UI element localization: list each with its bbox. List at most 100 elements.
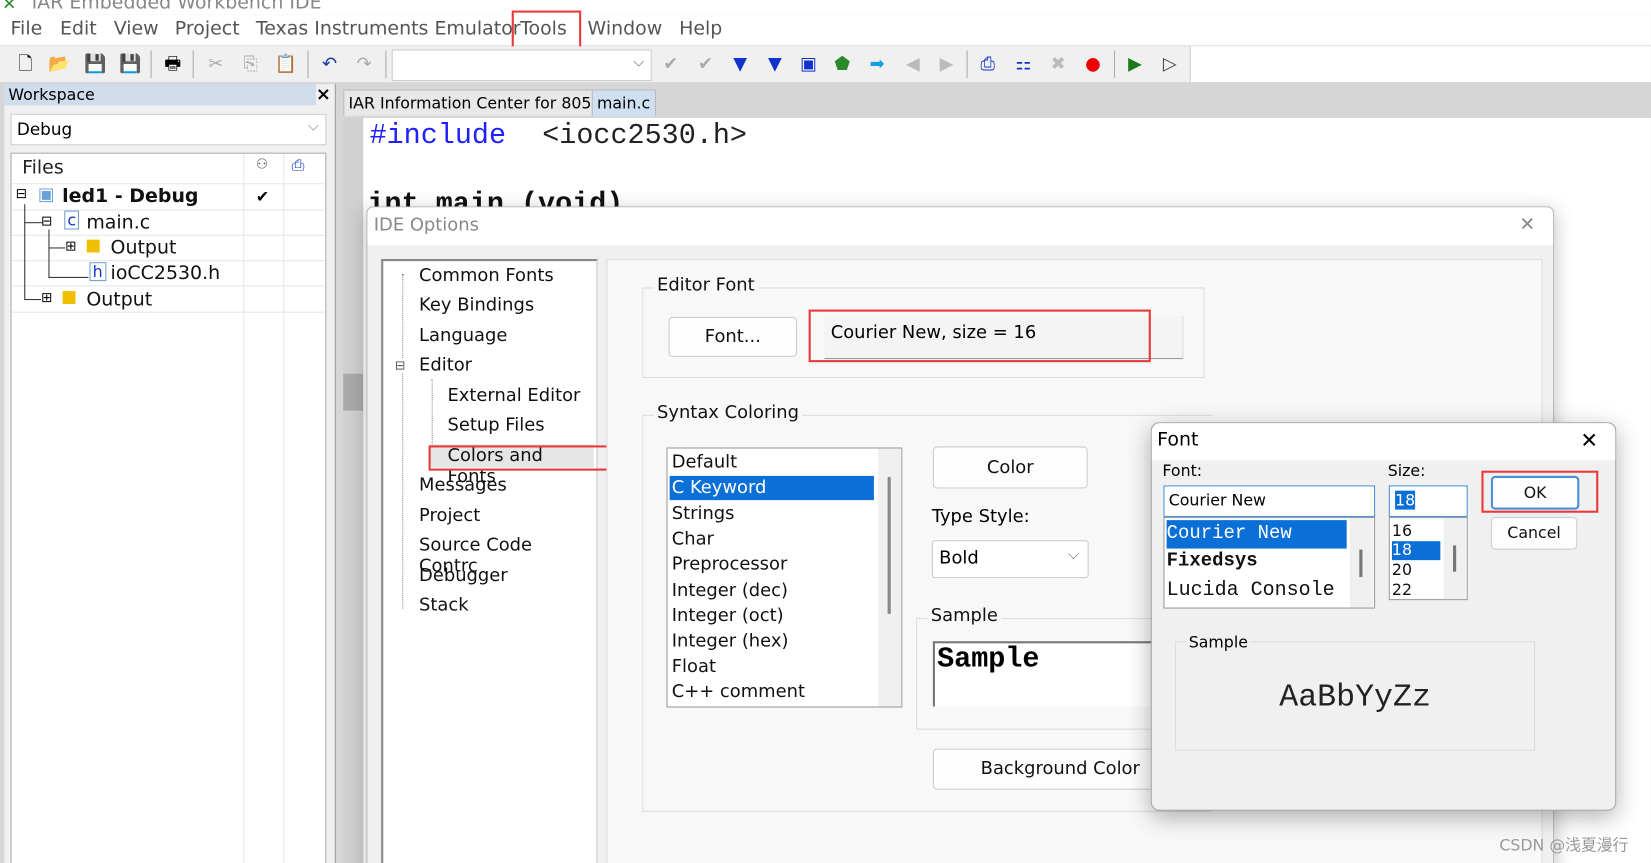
- toggle-bookmark-icon[interactable]: ✔: [660, 54, 681, 75]
- configuration-select[interactable]: Debug ⌵: [10, 113, 327, 146]
- scrollbar-thumb[interactable]: [1359, 549, 1363, 577]
- font-button[interactable]: Font...: [668, 316, 798, 357]
- open-icon[interactable]: 📂: [48, 54, 70, 75]
- menu-ti-emulator[interactable]: Texas Instruments Emulator: [256, 18, 521, 40]
- debug-without-download-icon[interactable]: ▷: [1159, 54, 1180, 75]
- cancel-button[interactable]: Cancel: [1490, 516, 1578, 550]
- size-item[interactable]: 22: [1392, 580, 1412, 599]
- folder-icon: ■: [61, 286, 77, 307]
- size-item[interactable]: 16: [1392, 521, 1412, 540]
- tree-setup-files[interactable]: Setup Files: [447, 415, 544, 436]
- make-icon[interactable]: ⚏: [1013, 54, 1034, 75]
- syntax-item[interactable]: Strings: [672, 503, 735, 524]
- goto-bookmark-icon[interactable]: ✔: [695, 54, 716, 75]
- dialog-title-bar: IDE Options ✕: [367, 207, 1554, 246]
- syntax-item[interactable]: Default: [672, 452, 737, 473]
- collapse-icon[interactable]: ⊟: [16, 186, 27, 202]
- syntax-item[interactable]: Integer (oct): [672, 605, 784, 626]
- tree-debugger[interactable]: Debugger: [419, 565, 508, 586]
- options-tree: Common Fonts Key Bindings Language ⊟ Edi…: [381, 259, 599, 863]
- undo-icon[interactable]: ↶: [319, 54, 340, 75]
- find-combo[interactable]: ⌵: [391, 49, 652, 82]
- files-header: Files: [22, 156, 64, 179]
- menu-tools[interactable]: Tools: [520, 18, 567, 40]
- tree-item-main-c[interactable]: main.c: [86, 212, 150, 234]
- size-item[interactable]: 20: [1392, 560, 1412, 579]
- size-item-selected[interactable]: 18: [1392, 540, 1412, 559]
- navigate-back-icon[interactable]: ⬟: [832, 54, 853, 75]
- menu-project[interactable]: Project: [175, 18, 240, 40]
- menu-edit[interactable]: Edit: [60, 18, 97, 40]
- go-to-icon[interactable]: ▣: [798, 54, 819, 75]
- paste-icon[interactable]: 📋: [275, 54, 297, 75]
- tree-messages[interactable]: Messages: [419, 475, 507, 496]
- tree-external-editor[interactable]: External Editor: [447, 385, 580, 406]
- step-forward-icon[interactable]: ▶: [936, 54, 957, 75]
- syntax-item-selected[interactable]: C Keyword: [672, 477, 767, 498]
- new-file-icon[interactable]: 🗋: [15, 54, 36, 75]
- size-list[interactable]: 16 18 20 22: [1388, 516, 1468, 601]
- tree-language[interactable]: Language: [419, 325, 507, 346]
- close-icon[interactable]: ✕: [1580, 427, 1598, 452]
- chevron-down-icon: ⌵: [1068, 546, 1080, 564]
- font-list[interactable]: Courier New Fixedsys Lucida Console: [1163, 516, 1376, 609]
- tree-common-fonts[interactable]: Common Fonts: [419, 265, 554, 286]
- scrollbar-thumb[interactable]: [887, 476, 891, 614]
- tree-item-iocc2530-h[interactable]: ioCC2530.h: [111, 262, 221, 284]
- color-button[interactable]: Color: [932, 446, 1088, 489]
- font-name-input[interactable]: Courier New: [1163, 485, 1376, 517]
- font-item-selected[interactable]: Courier New: [1167, 523, 1292, 544]
- copy-icon[interactable]: ⎘: [240, 54, 261, 75]
- compile-icon[interactable]: ⎙: [977, 54, 998, 75]
- close-icon[interactable]: ✕: [1519, 214, 1535, 236]
- tab-info-center[interactable]: IAR Information Center for 8051: [343, 89, 607, 116]
- tab-main-c[interactable]: main.c: [591, 89, 656, 116]
- tree-stack[interactable]: Stack: [419, 595, 469, 616]
- find-next-icon[interactable]: ▼: [730, 54, 751, 75]
- syntax-item[interactable]: Integer (dec): [672, 580, 788, 601]
- size-input[interactable]: 18: [1388, 485, 1468, 517]
- cut-icon[interactable]: ✂: [205, 54, 226, 75]
- ok-button[interactable]: OK: [1490, 475, 1580, 510]
- syntax-item[interactable]: C++ comment: [672, 681, 805, 702]
- close-icon[interactable]: ×: [316, 84, 331, 105]
- syntax-item[interactable]: Integer (hex): [672, 631, 789, 652]
- navigate-forward-icon[interactable]: ➡: [867, 54, 888, 75]
- compile-column-icon[interactable]: ⎙: [292, 156, 305, 175]
- collapse-icon[interactable]: ⊟: [41, 214, 52, 230]
- menu-window[interactable]: Window: [588, 18, 663, 40]
- syntax-item[interactable]: Float: [672, 656, 716, 677]
- download-and-debug-icon[interactable]: ▶: [1124, 54, 1145, 75]
- menu-view[interactable]: View: [114, 18, 159, 40]
- save-icon[interactable]: 💾: [84, 54, 106, 75]
- tree-item-project[interactable]: led1 - Debug: [62, 185, 198, 207]
- tree-item-output-2[interactable]: Output: [86, 288, 152, 310]
- options-column-icon[interactable]: ⚇: [256, 157, 268, 173]
- redo-icon[interactable]: ↷: [354, 54, 375, 75]
- tree-editor[interactable]: Editor: [419, 355, 472, 376]
- syntax-item[interactable]: Preprocessor: [672, 554, 788, 575]
- tree-project[interactable]: Project: [419, 505, 480, 526]
- stop-build-icon[interactable]: ✖: [1048, 54, 1069, 75]
- scrollbar-thumb[interactable]: [343, 373, 364, 411]
- step-back-icon[interactable]: ◀: [902, 54, 923, 75]
- background-color-button[interactable]: Background Color: [932, 748, 1188, 790]
- print-icon[interactable]: 🖶: [162, 54, 183, 75]
- toggle-breakpoint-icon[interactable]: ●: [1082, 54, 1103, 75]
- font-item[interactable]: Fixedsys: [1167, 551, 1258, 572]
- type-style-select[interactable]: Bold ⌵: [931, 540, 1089, 579]
- find-previous-icon[interactable]: ▼: [764, 54, 785, 75]
- tree-item-output[interactable]: Output: [111, 237, 177, 259]
- save-all-icon[interactable]: 💾: [119, 54, 141, 75]
- font-item[interactable]: Lucida Console: [1167, 578, 1335, 601]
- collapse-icon[interactable]: ⊟: [394, 357, 406, 373]
- menu-help[interactable]: Help: [679, 18, 722, 40]
- expand-icon[interactable]: ⊞: [65, 239, 76, 255]
- menu-file[interactable]: File: [11, 18, 43, 40]
- scrollbar-thumb[interactable]: [1453, 545, 1457, 572]
- syntax-item-list[interactable]: Default C Keyword Strings Char Preproces…: [666, 447, 903, 708]
- expand-icon[interactable]: ⊞: [41, 291, 52, 307]
- syntax-item[interactable]: Char: [672, 529, 714, 550]
- font-dialog: Font ✕ Font: Courier New Courier New Fix…: [1150, 422, 1617, 811]
- tree-key-bindings[interactable]: Key Bindings: [419, 295, 534, 316]
